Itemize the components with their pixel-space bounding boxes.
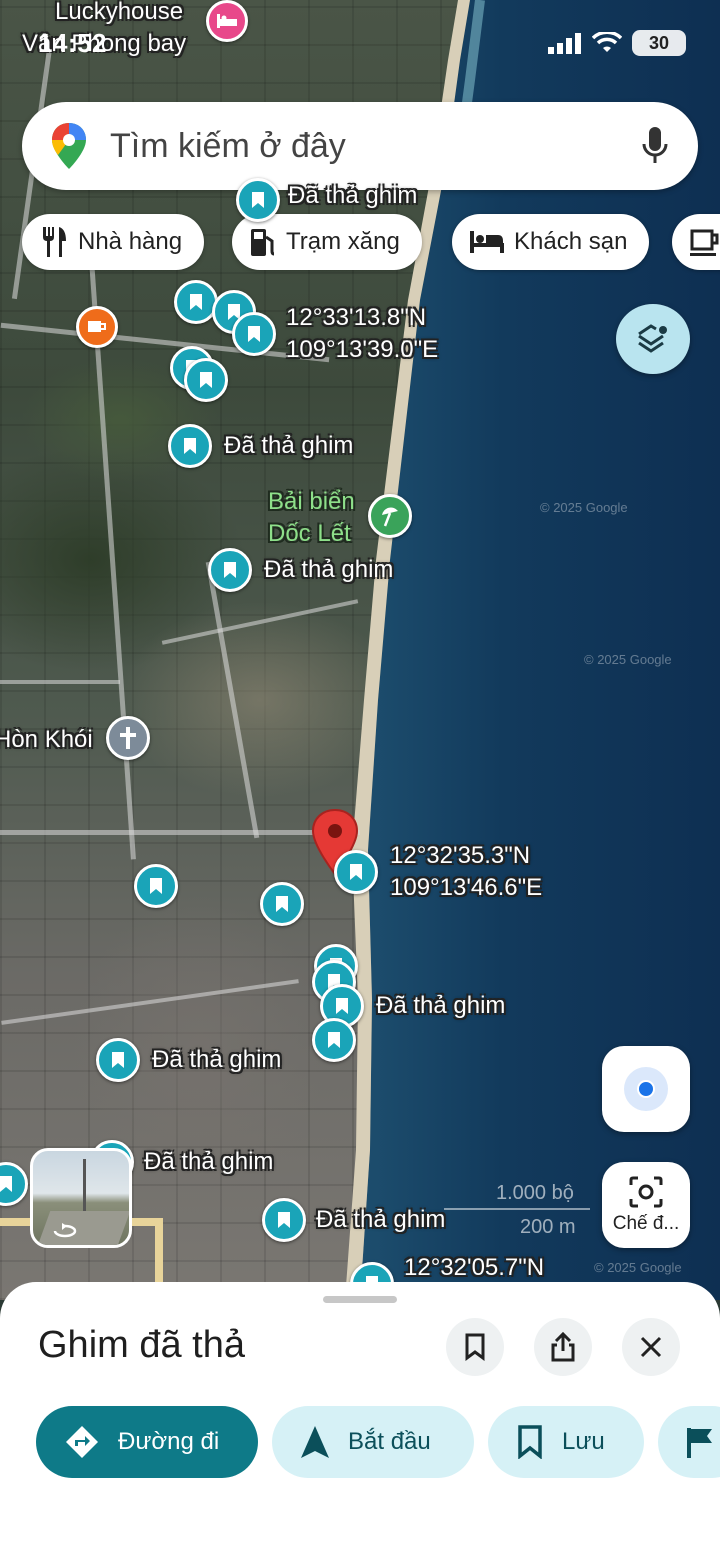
maps-logo-icon xyxy=(52,123,86,169)
chip-restaurants[interactable]: Nhà hàng xyxy=(22,214,205,270)
road xyxy=(0,680,120,684)
hotel-icon xyxy=(470,231,504,253)
dropped-pin-icon[interactable] xyxy=(184,358,228,402)
road xyxy=(0,830,360,835)
chip-coffee[interactable] xyxy=(672,214,720,270)
cafe-poi-icon[interactable] xyxy=(76,306,118,348)
dropped-pin-icon[interactable] xyxy=(96,1038,140,1082)
share-icon xyxy=(551,1332,575,1362)
chip-label: Nhà hàng xyxy=(78,228,183,255)
scale-bar xyxy=(444,1208,590,1210)
place-label[interactable]: Luckyhouse xyxy=(55,0,183,26)
flag-icon xyxy=(687,1428,712,1458)
coordinate-lat: 12°32'35.3"N xyxy=(390,842,531,869)
battery-icon: 30 xyxy=(632,30,686,56)
lens-mode-button[interactable]: Chế đ... xyxy=(602,1162,690,1248)
navigation-arrow-icon xyxy=(301,1426,329,1458)
wifi-icon xyxy=(592,32,622,52)
save-label: Lưu xyxy=(562,1428,605,1455)
gas-station-icon xyxy=(251,229,275,256)
restaurant-icon xyxy=(43,227,66,257)
chip-hotels[interactable]: Khách sạn xyxy=(452,214,650,270)
status-icons: 30 xyxy=(548,30,686,56)
scale-feet: 1.000 bộ xyxy=(496,1182,574,1204)
directions-button[interactable]: Đường đi xyxy=(36,1406,258,1478)
sheet-drag-handle[interactable] xyxy=(323,1296,397,1303)
beach-poi-icon[interactable] xyxy=(368,494,412,538)
coordinate-lat: 12°32'05.7"N xyxy=(404,1254,545,1281)
dropped-pin-icon[interactable] xyxy=(134,864,178,908)
dropped-pin-icon[interactable] xyxy=(312,1018,356,1062)
dropped-pin-icon[interactable] xyxy=(236,178,280,222)
coordinate-lon: 109°13'46.6"E xyxy=(390,874,543,901)
coordinate-lon: 109°13'39.0"E xyxy=(286,336,439,363)
lens-mode-label: Chế đ... xyxy=(612,1213,680,1234)
dropped-pin-icon[interactable] xyxy=(260,882,304,926)
start-label: Bắt đầu xyxy=(348,1428,431,1455)
dropped-pin-icon[interactable] xyxy=(174,280,218,324)
my-location-button[interactable] xyxy=(602,1046,690,1132)
pin-label: Đã thả ghim xyxy=(316,1206,446,1233)
dropped-pin-icon[interactable] xyxy=(232,312,276,356)
layers-icon xyxy=(638,324,667,353)
street-view-thumbnail[interactable] xyxy=(30,1148,132,1248)
map-copyright: © 2025 Google xyxy=(594,1260,682,1275)
scale-meters: 200 m xyxy=(520,1216,576,1238)
map-copyright: © 2025 Google xyxy=(584,652,672,667)
my-location-icon xyxy=(624,1067,668,1111)
layers-button[interactable] xyxy=(616,304,690,374)
coordinate-lat: 12°33'13.8"N xyxy=(286,304,427,331)
dropped-pin-icon[interactable] xyxy=(168,424,212,468)
place-label[interactable]: Hòn Khói xyxy=(0,726,93,754)
camera-lens-icon xyxy=(629,1176,663,1208)
pin-label: Đã thả ghim xyxy=(288,182,418,209)
bookmark-icon xyxy=(518,1425,542,1459)
directions-icon xyxy=(66,1426,98,1458)
dropped-pin-icon[interactable] xyxy=(334,850,378,894)
chip-label: Khách sạn xyxy=(514,228,628,255)
pin-label: Đã thả ghim xyxy=(144,1148,274,1175)
dropped-pin-icon[interactable] xyxy=(262,1198,306,1242)
close-icon xyxy=(640,1336,662,1358)
chip-gas-stations[interactable]: Trạm xăng xyxy=(232,214,422,270)
beach-label[interactable]: Dốc Lết xyxy=(268,520,351,548)
save-button[interactable]: Lưu xyxy=(488,1406,644,1478)
beach-label[interactable]: Bải biển xyxy=(268,488,355,516)
hotel-pin-icon[interactable] xyxy=(206,0,248,42)
close-button[interactable] xyxy=(622,1318,680,1376)
pin-label: Đã thả ghim xyxy=(264,556,394,583)
microphone-icon[interactable] xyxy=(642,127,668,165)
satellite-map[interactable]: Luckyhouse Vân Phong bay 14:52 30 Tìm ki… xyxy=(0,0,720,1300)
rotate-360-icon xyxy=(53,1223,77,1238)
dropped-pin-icon[interactable] xyxy=(208,548,252,592)
map-copyright: © 2025 Google xyxy=(540,500,628,515)
pin-label: Đã thả ghim xyxy=(224,432,354,459)
coffee-icon xyxy=(690,229,719,256)
directions-label: Đường đi xyxy=(118,1428,220,1455)
search-bar[interactable]: Tìm kiếm ở đây xyxy=(22,102,698,190)
church-poi-icon[interactable] xyxy=(106,716,150,760)
place-bottom-sheet[interactable]: Ghim đã thả Đường đi Bắt đầu Lưu xyxy=(0,1282,720,1557)
start-button[interactable]: Bắt đầu xyxy=(272,1406,474,1478)
sheet-title: Ghim đã thả xyxy=(38,1324,245,1366)
save-bookmark-button[interactable] xyxy=(446,1318,504,1376)
chip-label: Trạm xăng xyxy=(286,228,400,255)
pin-label: Đã thả ghim xyxy=(152,1046,282,1073)
status-time: 14:52 xyxy=(38,28,107,58)
signal-icon xyxy=(548,33,581,54)
pin-label: Đã thả ghim xyxy=(376,992,506,1019)
share-button[interactable] xyxy=(534,1318,592,1376)
search-input[interactable]: Tìm kiếm ở đây xyxy=(110,127,642,166)
bookmark-icon xyxy=(465,1333,485,1361)
label-flag-button[interactable] xyxy=(658,1406,720,1478)
